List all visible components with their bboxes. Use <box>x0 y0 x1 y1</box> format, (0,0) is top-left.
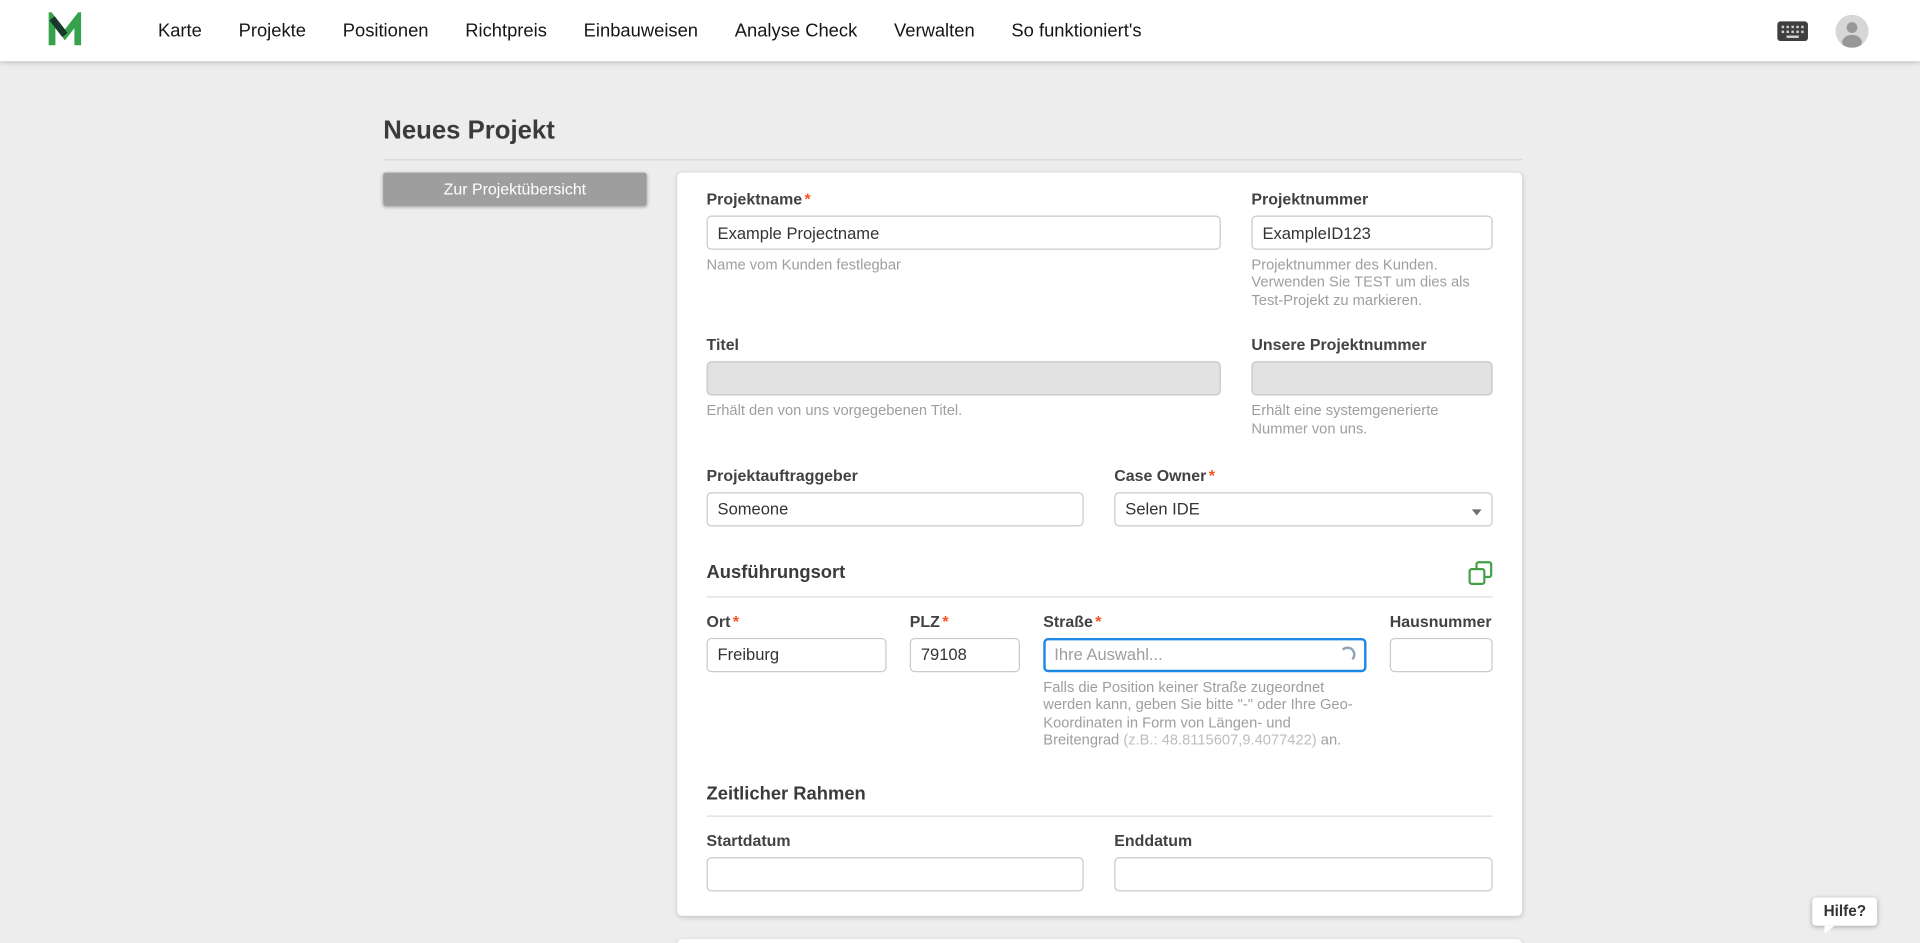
row-dates: Startdatum Enddatum <box>707 831 1493 891</box>
help-button[interactable]: Hilfe? <box>1813 898 1878 926</box>
hausnummer-label: Hausnummer <box>1390 612 1493 630</box>
nav-item-einbauweisen[interactable]: Einbauweisen <box>565 20 716 41</box>
field-projektauftraggeber: Projektauftraggeber <box>707 466 1084 526</box>
required-marker: * <box>942 612 948 630</box>
field-plz: PLZ* <box>910 612 1020 672</box>
field-startdatum: Startdatum <box>707 831 1084 891</box>
field-projektname: Projektname* Name vom Kunden festlegbar <box>707 190 1221 274</box>
loading-spinner-icon <box>1340 646 1356 662</box>
required-marker: * <box>1209 466 1215 484</box>
ort-label: Ort* <box>707 612 887 630</box>
case-owner-selected-value: Selen IDE <box>1114 492 1492 526</box>
startdatum-label: Startdatum <box>707 831 1084 849</box>
enddatum-label: Enddatum <box>1114 831 1492 849</box>
back-to-projects-button[interactable]: Zur Projektübersicht <box>383 173 646 206</box>
case-owner-select[interactable]: Selen IDE <box>1114 492 1492 526</box>
content-columns: Zur Projektübersicht Projektname* Name v… <box>383 173 1522 916</box>
section-ausfuehrungsort: Ausführungsort <box>707 561 1493 598</box>
plz-input[interactable] <box>910 638 1020 672</box>
required-marker: * <box>733 612 739 630</box>
row-name-number: Projektname* Name vom Kunden festlegbar … <box>707 190 1493 309</box>
field-case-owner: Case Owner* Selen IDE <box>1114 466 1492 526</box>
logo-icon <box>44 12 86 49</box>
nav-right-cluster <box>1777 14 1869 47</box>
copy-icon[interactable] <box>1468 561 1492 585</box>
projektname-label-text: Projektname <box>707 190 803 208</box>
ort-input[interactable] <box>707 638 887 672</box>
nav-item-richtpreis[interactable]: Richtpreis <box>447 20 565 41</box>
unsere-projektnummer-label: Unsere Projektnummer <box>1251 336 1492 354</box>
startdatum-input[interactable] <box>707 857 1084 891</box>
page-title: Neues Projekt <box>383 116 1522 145</box>
strasse-helper: Falls die Position keiner Straße zugeord… <box>1043 678 1366 748</box>
field-strasse: Straße* Falls die Position keiner Straße… <box>1043 612 1366 749</box>
projektauftraggeber-input[interactable] <box>707 492 1084 526</box>
strasse-input[interactable] <box>1043 638 1366 672</box>
case-owner-label: Case Owner* <box>1114 466 1492 484</box>
hausnummer-input[interactable] <box>1390 638 1493 672</box>
zeitlicher-rahmen-title: Zeitlicher Rahmen <box>707 783 866 804</box>
titel-helper: Erhält den von uns vorgegebenen Titel. <box>707 402 1221 420</box>
title-divider <box>383 159 1522 160</box>
strasse-label-text: Straße <box>1043 612 1093 630</box>
projektname-label: Projektname* <box>707 190 1221 208</box>
row-titel-unsere-nummer: Titel Erhält den von uns vorgegebenen Ti… <box>707 336 1493 437</box>
mineral-minds-logo[interactable] <box>44 12 86 49</box>
strasse-label: Straße* <box>1043 612 1366 630</box>
nav-item-verwalten[interactable]: Verwalten <box>876 20 993 41</box>
nav-item-positionen[interactable]: Positionen <box>324 20 447 41</box>
ort-label-text: Ort <box>707 612 731 630</box>
nav-item-analyse-check[interactable]: Analyse Check <box>716 20 875 41</box>
section-zeitlicher-rahmen: Zeitlicher Rahmen <box>707 783 1493 816</box>
field-ort: Ort* <box>707 612 887 672</box>
content-wrapper: Neues Projekt Zur Projektübersicht Proje… <box>383 61 1522 943</box>
nav-item-projekte[interactable]: Projekte <box>220 20 324 41</box>
main-area: Neues Projekt Zur Projektübersicht Proje… <box>0 61 1920 943</box>
field-enddatum: Enddatum <box>1114 831 1492 891</box>
nav-item-karte[interactable]: Karte <box>140 20 221 41</box>
case-owner-label-text: Case Owner <box>1114 466 1206 484</box>
titel-label: Titel <box>707 336 1221 354</box>
projektauftraggeber-label: Projektauftraggeber <box>707 466 1084 484</box>
projektnummer-label: Projektnummer <box>1251 190 1492 208</box>
strasse-helper-example: (z.B.: 48.8115607,9.4077422) <box>1123 731 1316 748</box>
field-unsere-projektnummer: Unsere Projektnummer Erhält eine systemg… <box>1251 336 1492 437</box>
plz-label: PLZ* <box>910 612 1020 630</box>
strasse-helper-suffix: an. <box>1321 731 1341 748</box>
nav-item-so-funktionierts[interactable]: So funktioniert's <box>993 20 1160 41</box>
row-location: Ort* PLZ* Straße* <box>707 612 1493 749</box>
strasse-input-wrap <box>1043 638 1366 672</box>
unsere-projektnummer-input <box>1251 361 1492 395</box>
app-root: Karte Projekte Positionen Richtpreis Ein… <box>0 0 1920 943</box>
plz-label-text: PLZ <box>910 612 940 630</box>
projektname-input[interactable] <box>707 216 1221 250</box>
left-column: Zur Projektübersicht <box>383 173 646 206</box>
row-auftraggeber-owner: Projektauftraggeber Case Owner* Selen ID… <box>707 466 1493 526</box>
top-nav: Karte Projekte Positionen Richtpreis Ein… <box>0 0 1920 61</box>
field-projektnummer: Projektnummer Projektnummer des Kunden. … <box>1251 190 1492 309</box>
projektnummer-input[interactable] <box>1251 216 1492 250</box>
chevron-down-icon <box>1472 509 1482 515</box>
enddatum-input[interactable] <box>1114 857 1492 891</box>
required-marker: * <box>1095 612 1101 630</box>
user-avatar-icon[interactable] <box>1836 14 1869 47</box>
field-titel: Titel Erhält den von uns vorgegebenen Ti… <box>707 336 1221 420</box>
next-card-sliver <box>677 939 1522 943</box>
ausfuehrungsort-title: Ausführungsort <box>707 563 846 584</box>
keyboard-icon[interactable] <box>1777 20 1809 41</box>
required-marker: * <box>805 190 811 208</box>
main-nav: Karte Projekte Positionen Richtpreis Ein… <box>140 20 1160 41</box>
projektnummer-helper: Projektnummer des Kunden. Verwenden Sie … <box>1251 256 1492 309</box>
unsere-projektnummer-helper: Erhält eine systemgenerierte Nummer von … <box>1251 402 1492 437</box>
projektname-helper: Name vom Kunden festlegbar <box>707 256 1221 274</box>
titel-input <box>707 361 1221 395</box>
project-form-card: Projektname* Name vom Kunden festlegbar … <box>677 173 1522 916</box>
field-hausnummer: Hausnummer <box>1390 612 1493 672</box>
